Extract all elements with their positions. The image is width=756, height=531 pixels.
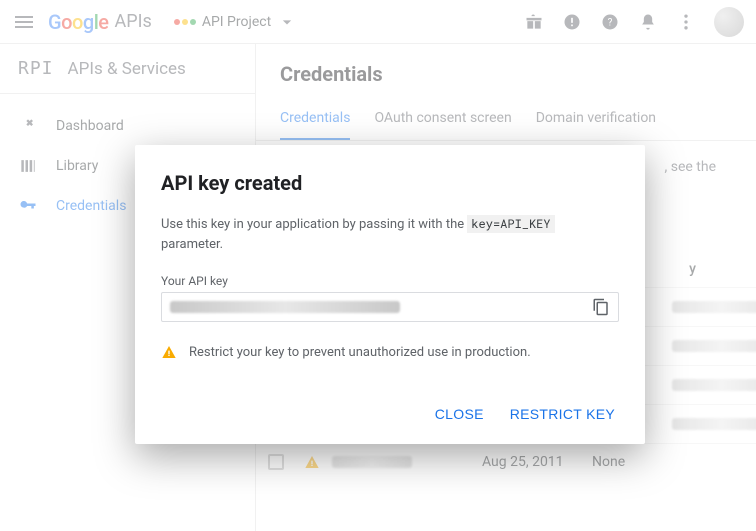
product-title: APIs & Services [68,59,186,79]
key-value-redacted [672,340,756,352]
api-logo-icon: RPI [18,58,54,79]
restrict-notice-text: Restrict your key to prevent unauthorize… [189,345,531,360]
project-selector[interactable]: API Project [174,12,297,32]
dropdown-icon [277,12,297,32]
warning-icon [161,344,177,360]
tab-oauth-consent[interactable]: OAuth consent screen [374,110,511,140]
key-value-redacted [672,379,756,391]
warning-icon [304,454,320,470]
dialog-description: Use this key in your application by pass… [161,215,619,254]
project-dots-icon [174,19,196,25]
help-icon[interactable]: ? [600,12,620,32]
close-button[interactable]: CLOSE [431,400,488,428]
tab-domain-verification[interactable]: Domain verification [536,110,656,140]
restrictions: None [592,454,672,470]
project-name: API Project [202,14,271,30]
api-key-label: Your API key [161,274,619,288]
sidebar-item-dashboard[interactable]: Dashboard [0,106,255,146]
page-title: Credentials [256,44,756,86]
key-name-redacted [332,456,412,468]
copy-icon[interactable] [592,298,610,316]
dialog-title: API key created [161,171,619,195]
key-icon [18,196,38,216]
sidebar-item-label: Dashboard [56,118,124,134]
dashboard-icon [18,116,38,136]
apis-suffix: APIs [115,11,152,32]
table-row: Aug 25, 2011 None [256,443,756,480]
created-date: Aug 25, 2011 [482,454,592,470]
avatar[interactable] [714,7,744,37]
top-app-bar: Google APIs API Project ? [0,0,756,44]
key-value-redacted [672,301,756,313]
row-checkbox[interactable] [268,454,284,470]
restrict-key-button[interactable]: RESTRICT KEY [506,400,619,428]
more-icon[interactable] [676,12,696,32]
product-header: RPI APIs & Services [0,44,255,94]
sidebar-item-label: Credentials [56,198,126,214]
sidebar-item-label: Library [56,158,98,174]
bell-icon[interactable] [638,12,658,32]
library-icon [18,156,38,176]
api-key-field[interactable] [161,292,619,322]
api-key-created-dialog: API key created Use this key in your app… [135,145,645,444]
menu-icon[interactable] [12,10,36,34]
tab-bar: Credentials OAuth consent screen Domain … [256,86,756,141]
api-key-value-redacted [170,301,400,313]
dialog-desc-pre: Use this key in your application by pass… [161,217,467,232]
svg-text:?: ? [608,17,613,28]
dialog-desc-code: key=API_KEY [467,215,554,233]
dialog-desc-post: parameter. [161,237,223,252]
alert-icon[interactable] [562,12,582,32]
restrict-notice: Restrict your key to prevent unauthorize… [161,344,619,360]
tab-credentials[interactable]: Credentials [280,110,350,140]
key-value-redacted [672,418,756,430]
google-apis-logo[interactable]: Google APIs [48,10,152,34]
gift-icon[interactable] [524,12,544,32]
